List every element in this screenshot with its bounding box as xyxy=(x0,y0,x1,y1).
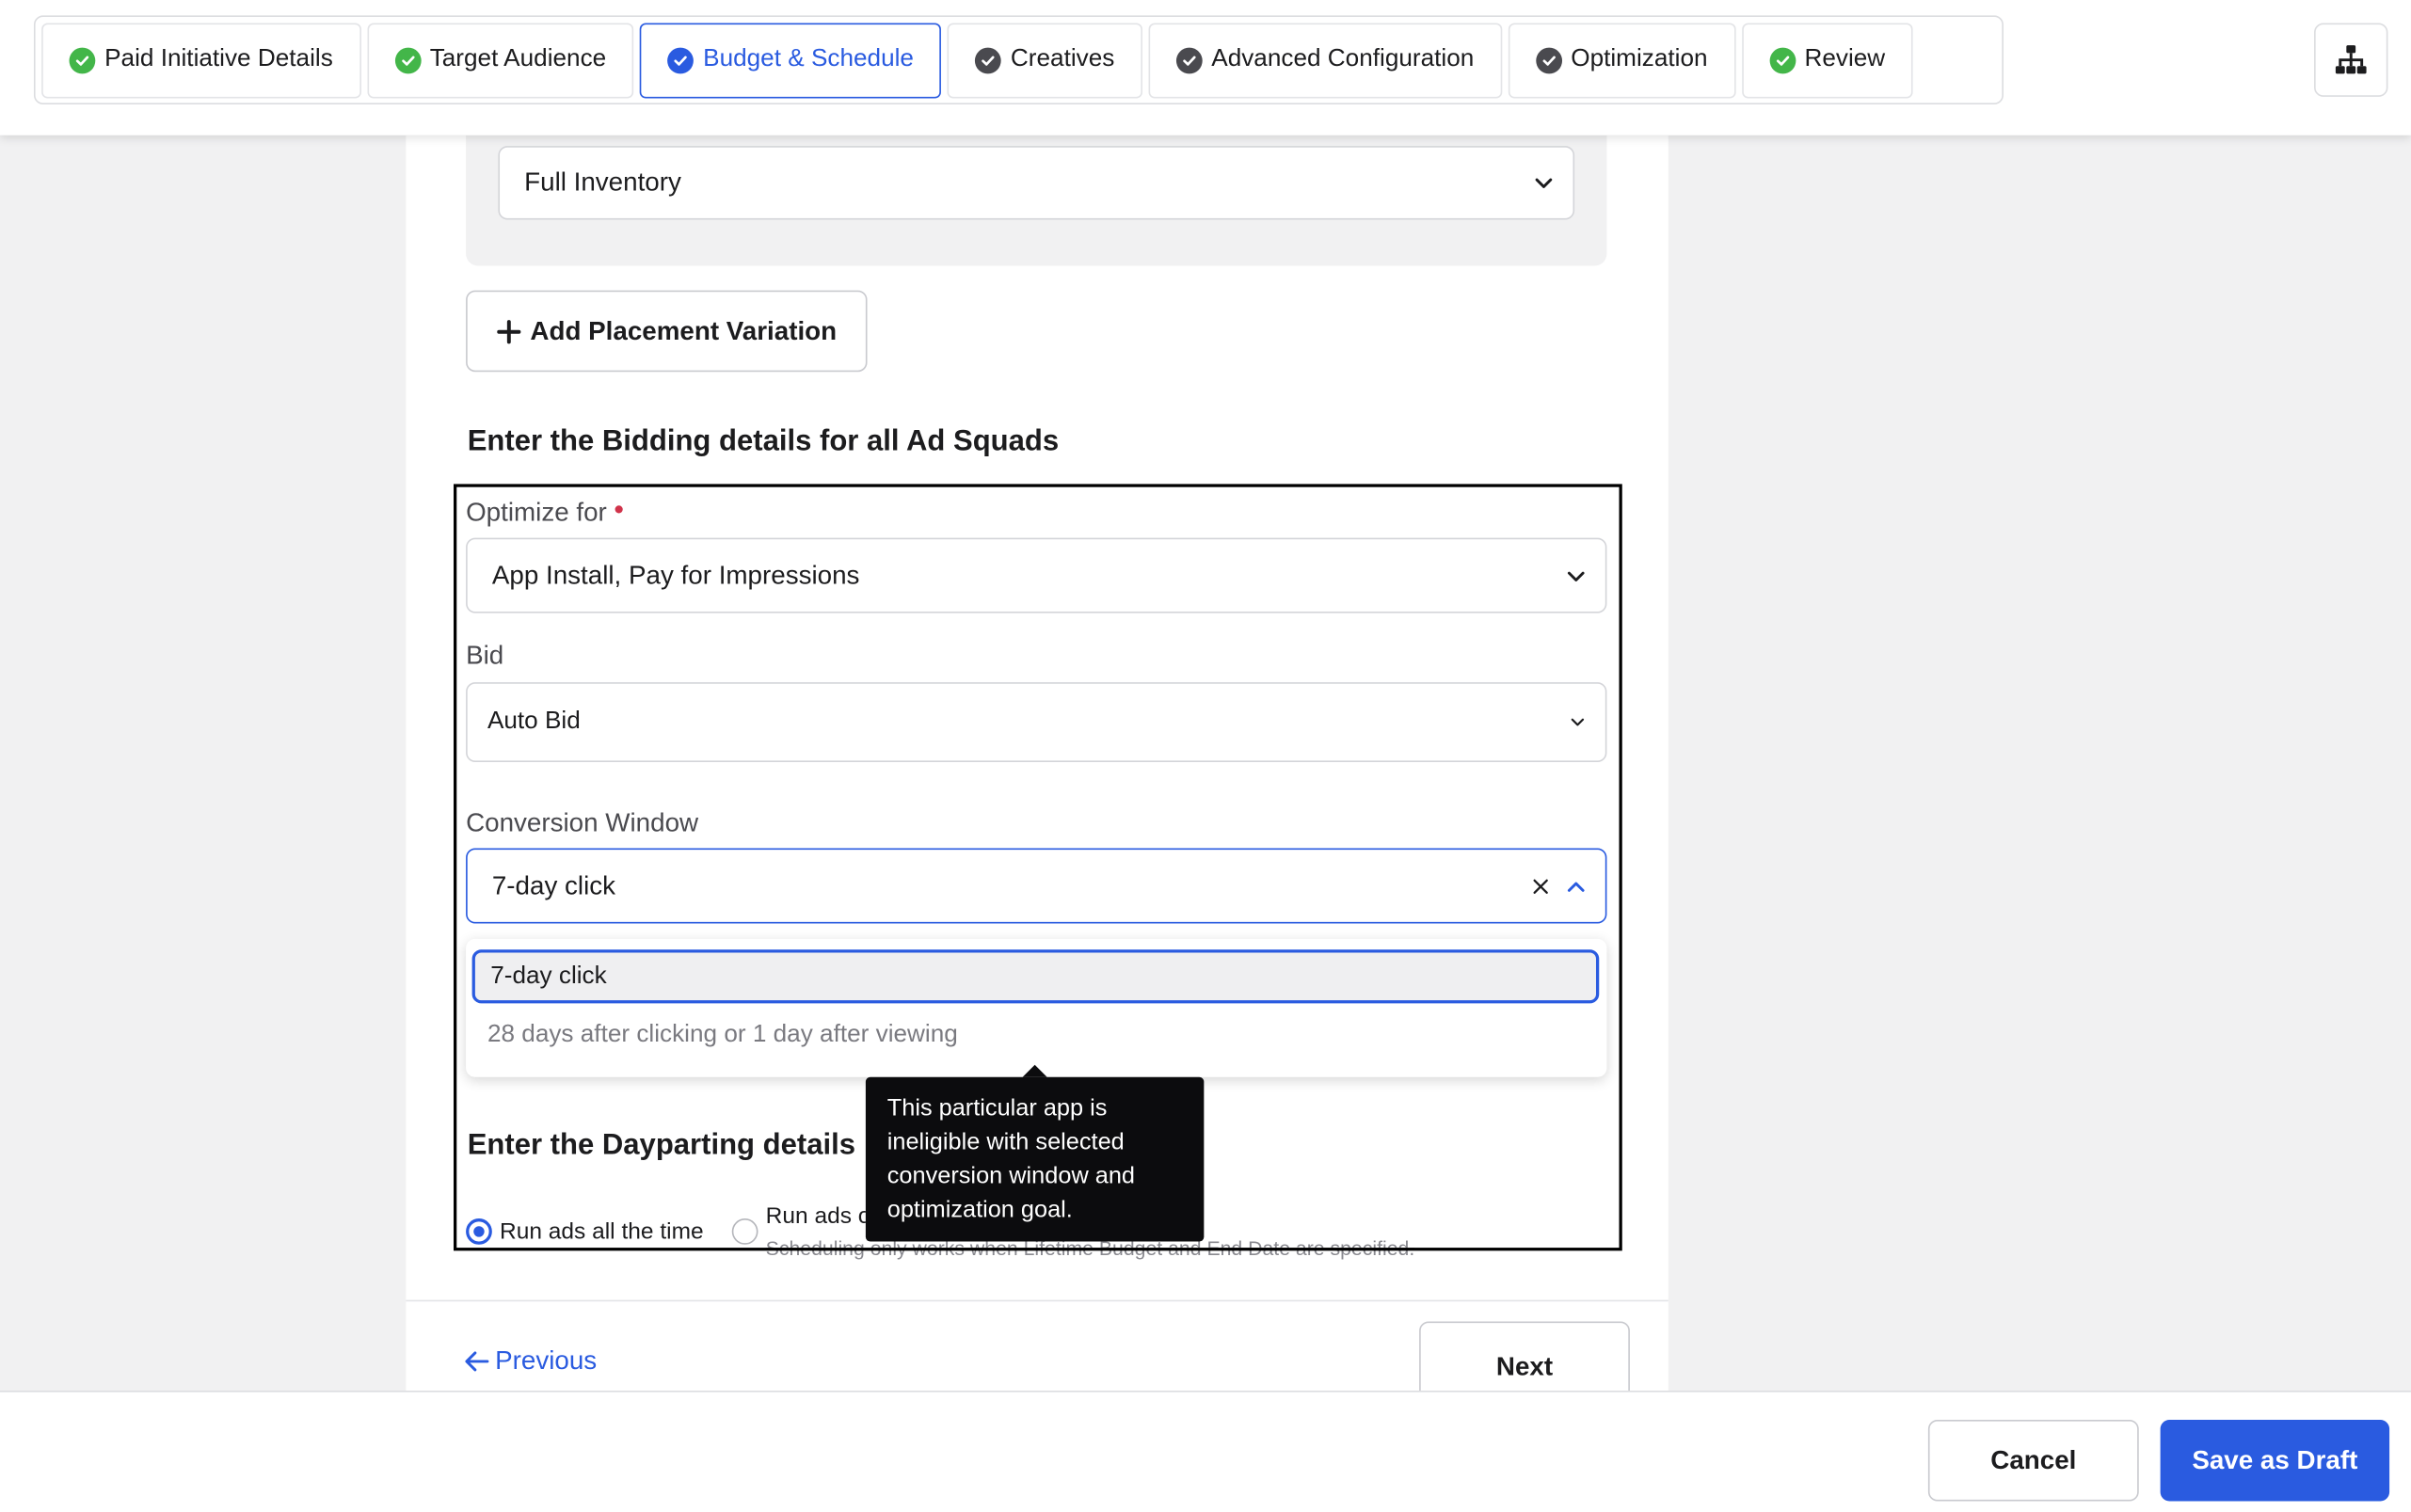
inventory-value: Full Inventory xyxy=(524,167,681,198)
chevron-up-icon[interactable] xyxy=(1565,875,1587,897)
dropdown-option-selected[interactable]: 7-day click xyxy=(471,949,1600,1004)
optimize-for-value: App Install, Pay for Impressions xyxy=(491,560,860,590)
cancel-label: Cancel xyxy=(1990,1444,2077,1474)
bid-label: Bid xyxy=(466,641,504,671)
optimize-for-label: Optimize for xyxy=(466,498,623,529)
tab-label: Advanced Configuration xyxy=(1211,45,1475,72)
chevron-down-icon xyxy=(1535,178,1553,188)
tab-label: Creatives xyxy=(1010,45,1115,72)
check-circle-icon xyxy=(1175,46,1203,73)
tab-label: Target Audience xyxy=(429,45,607,72)
inventory-select[interactable]: Full Inventory xyxy=(498,146,1575,220)
conversion-window-label: Conversion Window xyxy=(466,808,699,838)
hierarchy-button[interactable] xyxy=(2314,23,2388,97)
tab-paid-initiative-details[interactable]: Paid Initiative Details xyxy=(41,22,361,98)
tab-optimization[interactable]: Optimization xyxy=(1508,22,1735,98)
run-on-schedule-label: Run ads o xyxy=(765,1202,866,1230)
bid-select[interactable]: Auto Bid xyxy=(466,682,1607,763)
cancel-button[interactable]: Cancel xyxy=(1927,1419,2139,1502)
footer-bar: Cancel Save as Draft xyxy=(0,1390,2411,1512)
dropdown-option-disabled: 28 days after clicking or 1 day after vi… xyxy=(487,1022,958,1048)
arrow-left-icon xyxy=(465,1351,489,1372)
add-placement-variation-label: Add Placement Variation xyxy=(530,315,838,345)
check-circle-icon xyxy=(1535,46,1562,73)
previous-label: Previous xyxy=(495,1345,598,1376)
chevron-down-icon xyxy=(1567,570,1585,581)
check-circle-icon xyxy=(667,46,695,73)
tab-label: Paid Initiative Details xyxy=(104,45,333,72)
top-bar: Paid Initiative Details Target Audience … xyxy=(0,0,2411,135)
save-as-draft-button[interactable]: Save as Draft xyxy=(2160,1419,2390,1502)
tab-label: Review xyxy=(1804,45,1886,72)
stepper-tabs: Paid Initiative Details Target Audience … xyxy=(33,15,2004,105)
conversion-window-value: 7-day click xyxy=(491,870,616,900)
clear-icon[interactable] xyxy=(1531,878,1550,897)
optimize-for-select[interactable]: App Install, Pay for Impressions xyxy=(466,537,1607,613)
radio-run-on-schedule[interactable] xyxy=(731,1218,758,1245)
ineligible-tooltip: This particular app is ineligible with s… xyxy=(865,1076,1205,1242)
optimize-for-label-text: Optimize for xyxy=(466,498,607,528)
tab-label: Optimization xyxy=(1571,45,1708,72)
radio-run-all-time[interactable] xyxy=(466,1218,492,1245)
hierarchy-icon xyxy=(2335,45,2367,74)
previous-link[interactable]: Previous xyxy=(464,1346,597,1377)
next-label: Next xyxy=(1495,1352,1554,1382)
bid-value: Auto Bid xyxy=(487,708,581,735)
run-all-time-label: Run ads all the time xyxy=(500,1218,704,1245)
tab-target-audience[interactable]: Target Audience xyxy=(366,22,634,98)
check-circle-icon xyxy=(394,46,421,73)
bidding-section-title: Enter the Bidding details for all Ad Squ… xyxy=(467,425,1060,458)
conversion-window-dropdown: 7-day click 28 days after clicking or 1 … xyxy=(466,938,1607,1077)
dayparting-section-title: Enter the Dayparting details xyxy=(467,1129,856,1162)
plus-icon xyxy=(496,319,521,343)
tab-label: Budget & Schedule xyxy=(703,45,914,72)
tab-creatives[interactable]: Creatives xyxy=(947,22,1142,98)
check-circle-icon xyxy=(975,46,1002,73)
tab-advanced-configuration[interactable]: Advanced Configuration xyxy=(1148,22,1502,98)
save-label: Save as Draft xyxy=(2192,1444,2358,1474)
chevron-down-icon xyxy=(1571,718,1585,726)
conversion-window-select[interactable]: 7-day click xyxy=(466,848,1607,924)
divider xyxy=(406,1299,1669,1302)
tab-review[interactable]: Review xyxy=(1741,22,1913,98)
tooltip-arrow xyxy=(1022,1064,1047,1077)
check-circle-icon xyxy=(69,46,96,73)
tab-budget-schedule[interactable]: Budget & Schedule xyxy=(640,22,942,98)
check-circle-icon xyxy=(1768,46,1796,73)
add-placement-variation-button[interactable]: Add Placement Variation xyxy=(466,290,868,373)
required-indicator xyxy=(614,505,623,514)
